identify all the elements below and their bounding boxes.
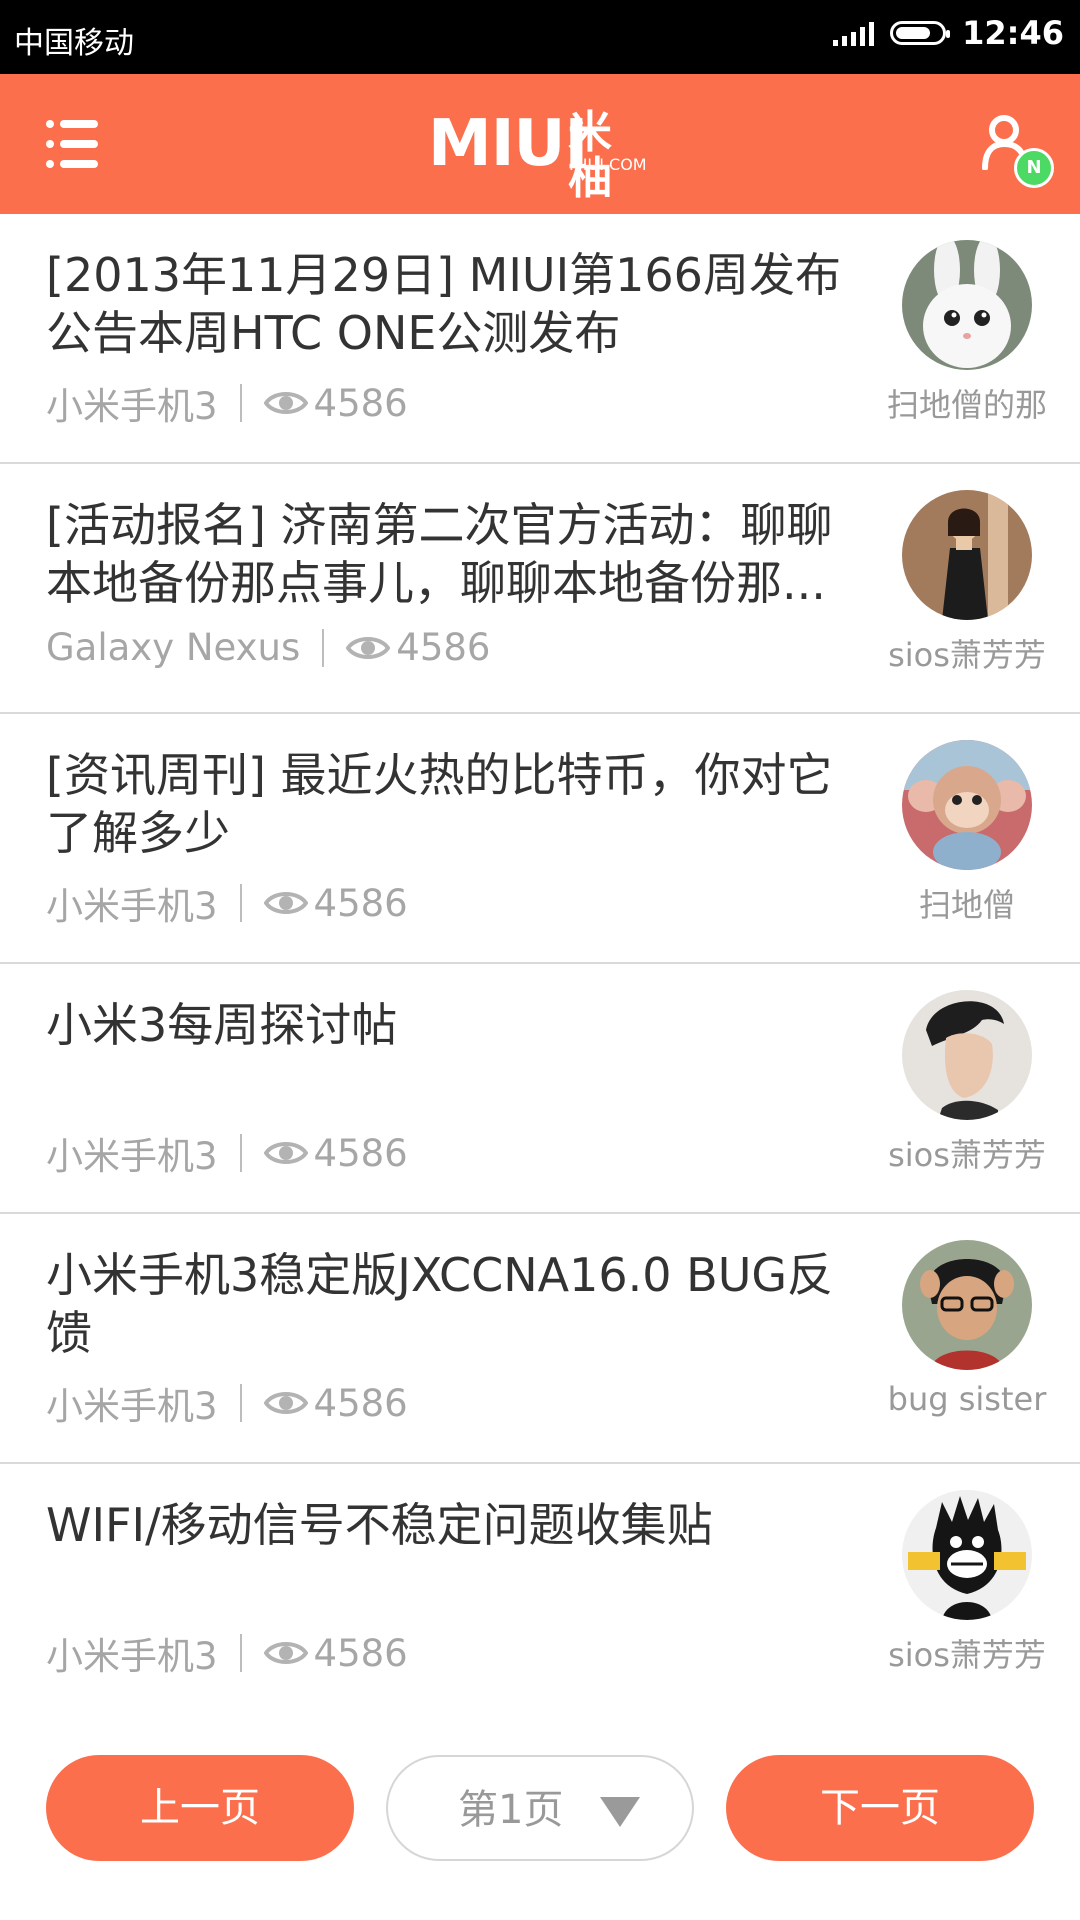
post-meta: 小米手机3 4586: [46, 1626, 408, 1680]
author-name[interactable]: bug sister: [868, 1380, 1066, 1418]
post-title: [2013年11月29日] MIUI第166周发布公告本周HTC ONE公测发布: [46, 248, 841, 360]
notification-badge: N: [1014, 148, 1054, 188]
divider: [322, 628, 325, 667]
list-item[interactable]: 小米3每周探讨帖 小米手机3 4586 sios萧芳芳: [0, 964, 1080, 1214]
list-item[interactable]: 小米手机3稳定版JXCCNA16.0 BUG反馈 小米手机3 4586 bug …: [0, 1214, 1080, 1464]
post-title: 小米3每周探讨帖: [46, 998, 398, 1052]
carrier-name: 中国移动: [14, 26, 134, 61]
author-name[interactable]: sios萧芳芳: [868, 630, 1066, 676]
signal-icon: [833, 20, 875, 46]
status-bar: 中国移动 12:46: [0, 0, 1080, 74]
device-label: 小米手机3: [46, 1635, 218, 1678]
eye-icon: [263, 1642, 308, 1664]
avatar[interactable]: [902, 990, 1032, 1120]
post-meta: 小米手机3 4586: [46, 876, 408, 930]
divider: [239, 1134, 242, 1172]
divider: [239, 1634, 242, 1672]
view-count: 4586: [313, 881, 408, 925]
avatar[interactable]: [902, 240, 1032, 370]
user-profile-button[interactable]: N: [982, 114, 1054, 188]
view-count: 4586: [313, 1631, 408, 1675]
post-list: [2013年11月29日] MIUI第166周发布公告本周HTC ONE公测发布…: [0, 214, 1080, 1714]
view-count: 4586: [313, 1131, 408, 1175]
menu-icon[interactable]: [46, 120, 98, 168]
list-item[interactable]: [活动报名] 济南第二次官方活动：聊聊本地备份那点事儿，聊聊本地备份那... G…: [0, 464, 1080, 714]
list-item[interactable]: [资讯周刊] 最近火热的比特币，你对它了解多少 小米手机3 4586 扫地僧: [0, 714, 1080, 964]
post-meta: Galaxy Nexus 4586: [46, 626, 490, 669]
status-icons: 12:46: [833, 14, 1064, 52]
view-count: 4586: [313, 381, 408, 425]
device-label: Galaxy Nexus: [46, 626, 301, 669]
eye-icon: [346, 636, 391, 659]
pagination-bar: 上一页 第1页 下一页: [0, 1755, 1080, 1863]
post-meta: 小米手机3 4586: [46, 376, 408, 430]
logo-text: MIUI: [428, 107, 588, 181]
post-meta: 小米手机3 4586: [46, 1126, 408, 1180]
view-count: 4586: [396, 626, 491, 669]
avatar[interactable]: [902, 740, 1032, 870]
author-name[interactable]: sios萧芳芳: [868, 1630, 1066, 1676]
post-title: [资讯周刊] 最近火热的比特币，你对它了解多少: [46, 748, 833, 860]
dropdown-triangle-icon: [600, 1797, 640, 1827]
eye-icon: [263, 892, 308, 914]
prev-page-button[interactable]: 上一页: [46, 1755, 354, 1861]
divider: [239, 1384, 242, 1422]
clock: 12:46: [962, 14, 1064, 52]
device-label: 小米手机3: [46, 385, 218, 428]
device-label: 小米手机3: [46, 1135, 218, 1178]
eye-icon: [263, 392, 308, 414]
device-label: 小米手机3: [46, 1385, 218, 1428]
post-title: 小米手机3稳定版JXCCNA16.0 BUG反馈: [46, 1248, 834, 1360]
view-count: 4586: [313, 1381, 408, 1425]
next-page-button[interactable]: 下一页: [726, 1755, 1034, 1861]
author-name[interactable]: 扫地僧: [868, 880, 1066, 926]
list-item[interactable]: [2013年11月29日] MIUI第166周发布公告本周HTC ONE公测发布…: [0, 214, 1080, 464]
battery-icon: [890, 21, 951, 45]
divider: [239, 884, 242, 922]
post-title: [活动报名] 济南第二次官方活动：聊聊本地备份那点事儿，聊聊本地备份那...: [46, 498, 833, 610]
device-label: 小米手机3: [46, 885, 218, 928]
list-item[interactable]: WIFI/移动信号不稳定问题收集贴 小米手机3 4586 sios萧芳芳: [0, 1464, 1080, 1714]
eye-icon: [263, 1392, 308, 1414]
author-name[interactable]: sios萧芳芳: [868, 1130, 1066, 1176]
post-title: WIFI/移动信号不稳定问题收集贴: [46, 1498, 713, 1552]
logo-domain: MIUI.COM: [569, 155, 647, 174]
page-select[interactable]: 第1页: [386, 1755, 694, 1861]
avatar[interactable]: [902, 1240, 1032, 1370]
current-page-label: 第1页: [458, 1787, 564, 1833]
author-name[interactable]: 扫地僧的那: [868, 380, 1066, 426]
eye-icon: [263, 1142, 308, 1164]
avatar[interactable]: [902, 1490, 1032, 1620]
divider: [239, 384, 242, 422]
app-header: MIUI 米柚 MIUI.COM N: [0, 74, 1080, 214]
avatar[interactable]: [902, 490, 1032, 620]
post-meta: 小米手机3 4586: [46, 1376, 408, 1430]
